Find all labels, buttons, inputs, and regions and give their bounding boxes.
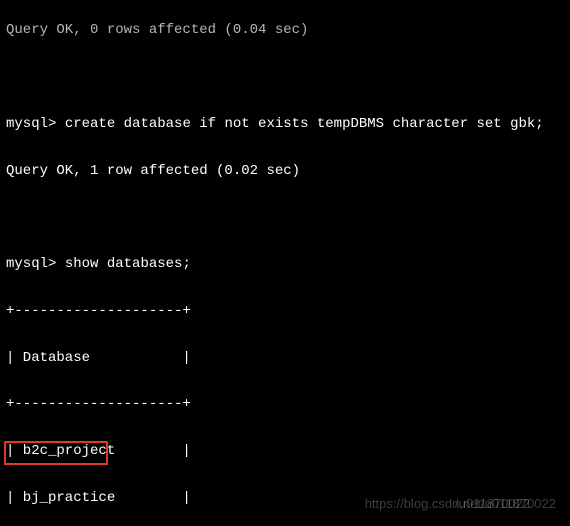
terminal-output[interactable]: Query OK, 0 rows affected (0.04 sec) mys…: [0, 0, 570, 526]
table-row: | bj_practice |: [6, 491, 564, 507]
command-line-2: mysql> show databases;: [6, 257, 564, 273]
query-result-1: Query OK, 1 row affected (0.02 sec): [6, 164, 564, 180]
blank-line: [6, 210, 564, 226]
table-border: +--------------------+: [6, 304, 564, 320]
command-line-1: mysql> create database if not exists tem…: [6, 117, 564, 133]
blank-line: [6, 70, 564, 86]
mysql-prompt: mysql>: [6, 116, 56, 132]
table-border: +--------------------+: [6, 397, 564, 413]
command-text: show databases;: [65, 256, 191, 272]
table-header: | Database |: [6, 351, 564, 367]
truncated-line: Query OK, 0 rows affected (0.04 sec): [6, 23, 564, 39]
table-row: | b2c_project |: [6, 444, 564, 460]
command-text: create database if not exists tempDBMS c…: [65, 116, 544, 132]
mysql-prompt: mysql>: [6, 256, 56, 272]
